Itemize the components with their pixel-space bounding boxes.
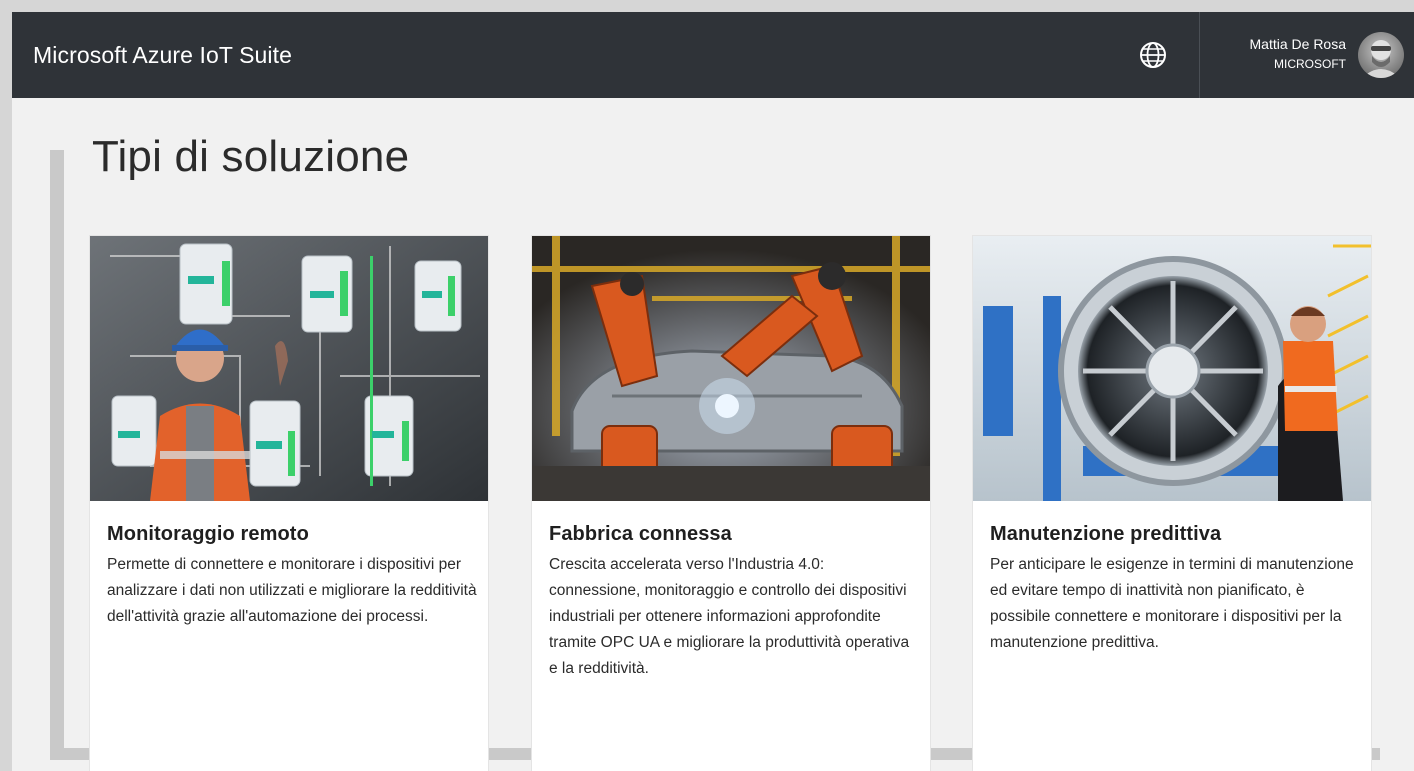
page-title: Tipi di soluzione bbox=[92, 132, 410, 181]
solution-card-manutenzione-predittiva[interactable]: Manutenzione predittiva Per anticipare l… bbox=[973, 236, 1371, 771]
solution-card-fabbrica-connessa[interactable]: Fabbrica connessa Crescita accelerata ve… bbox=[532, 236, 930, 771]
header-divider bbox=[1199, 12, 1200, 98]
solution-card-monitoraggio-remoto[interactable]: Monitoraggio remoto Permette di connette… bbox=[90, 236, 488, 771]
card-title: Manutenzione predittiva bbox=[990, 523, 1222, 545]
card-body: Manutenzione predittiva Per anticipare l… bbox=[990, 523, 1360, 656]
globe-icon bbox=[1140, 42, 1166, 68]
app-title[interactable]: Microsoft Azure IoT Suite bbox=[33, 42, 292, 69]
user-organization: MICROSOFT bbox=[1274, 57, 1346, 71]
language-button[interactable] bbox=[1136, 38, 1170, 72]
jet-engine-photo bbox=[973, 236, 1371, 501]
card-body: Monitoraggio remoto Permette di connette… bbox=[107, 523, 477, 630]
top-header: Microsoft Azure IoT Suite Mattia De Rosa… bbox=[12, 12, 1414, 98]
card-description: Permette di connettere e monitorare i di… bbox=[107, 556, 477, 625]
user-avatar[interactable] bbox=[1358, 32, 1404, 78]
card-title: Monitoraggio remoto bbox=[107, 523, 309, 545]
user-name: Mattia De Rosa bbox=[1249, 36, 1346, 52]
app-window: Microsoft Azure IoT Suite Mattia De Rosa… bbox=[12, 12, 1414, 771]
card-title: Fabbrica connessa bbox=[549, 523, 732, 545]
industrial-control-panel-photo bbox=[90, 236, 488, 501]
card-description: Crescita accelerata verso l'Industria 4.… bbox=[549, 556, 910, 677]
card-description: Per anticipare le esigenze in termini di… bbox=[990, 556, 1354, 651]
robotic-welding-photo bbox=[532, 236, 930, 501]
user-menu[interactable]: Mattia De Rosa MICROSOFT bbox=[1208, 12, 1414, 98]
card-body: Fabbrica connessa Crescita accelerata ve… bbox=[549, 523, 919, 682]
